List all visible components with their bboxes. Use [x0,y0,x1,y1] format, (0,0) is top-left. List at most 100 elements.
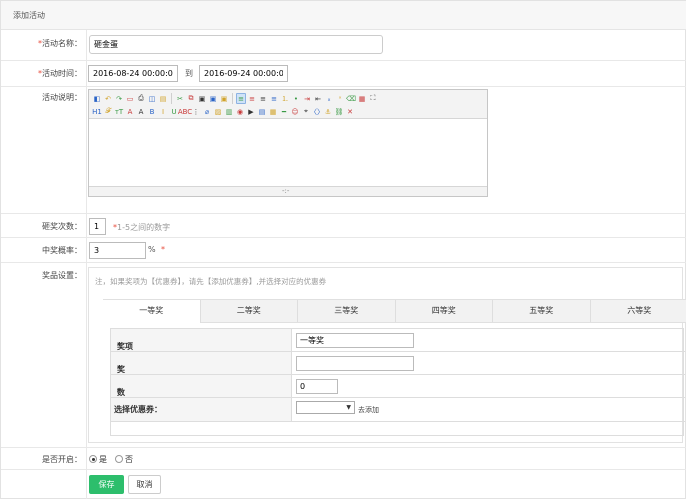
win-rate-input[interactable] [89,242,146,259]
hr-icon[interactable]: ━ [279,106,289,117]
code-icon[interactable]: 〈〉 [310,106,324,117]
font-family-icon[interactable]: 𝓕 [103,106,113,117]
enabled-label: 是否开启： [42,455,82,464]
preview-icon[interactable]: ◫ [147,93,157,104]
prize-quantity-row: *数量： [111,375,685,408]
page-container: 添加活动 *活动名称： *活动时间： 到 活动说明： ◧↶↷▭⎙◫▤✂⧉▣▣▣≡… [0,0,686,499]
new-doc-icon[interactable]: ▭ [125,93,135,104]
media-icon[interactable]: ▶ [246,106,256,117]
cut-icon[interactable]: ✂ [175,93,185,104]
source-icon[interactable]: ◧ [92,93,102,104]
align-left-icon[interactable]: ≡ [236,93,246,104]
select-all-icon[interactable]: ▦ [357,93,367,104]
description-label: 活动说明： [42,93,82,102]
smash-count-hint: *1-5之间的数字 [113,223,171,232]
fullscreen-icon[interactable]: ⛶ [368,93,378,104]
multi-image-icon[interactable]: ▥ [224,106,234,117]
prize-note: 注，如果奖项为【优惠券】，请先【添加优惠券】,并选择对应的优惠券 [95,277,327,286]
enabled-no-label[interactable]: 否 [125,454,133,465]
template-icon[interactable]: ▤ [158,93,168,104]
font-size-icon[interactable]: тT [114,106,124,117]
tab-fourth-prize[interactable]: 四等奖 [396,300,493,322]
prize-settings-label: 奖品设置： [42,271,82,280]
win-rate-required-mark: * [161,245,165,254]
flash-icon[interactable]: ◉ [235,106,245,117]
save-button[interactable]: 保存 [89,475,124,494]
resize-handle-icon[interactable]: -:- [282,187,289,195]
activity-time-label: *活动时间： [38,69,82,78]
time-separator: 到 [185,69,193,78]
align-right-icon[interactable]: ≡ [258,93,268,104]
remove-format-icon[interactable]: ⌀ [202,106,212,117]
superscript-icon[interactable]: ˣ [335,93,345,104]
anchor-icon[interactable]: ⚓ [323,106,333,117]
editor-resize-bar[interactable]: -:- [89,186,487,196]
tab-third-prize[interactable]: 三等奖 [298,300,396,322]
font-color-icon[interactable]: A [125,106,135,117]
paste-text-icon[interactable]: ▣ [208,93,218,104]
prize-item-row: *奖品： [111,352,685,385]
editor-content-area[interactable] [89,119,487,186]
align-justify-icon[interactable]: ≡ [269,93,279,104]
insert-file-icon[interactable]: ▤ [257,106,267,117]
table-icon[interactable]: ▦ [268,106,278,117]
enabled-yes-label[interactable]: 是 [99,454,107,465]
activity-name-input[interactable] [89,35,383,54]
emoticon-icon[interactable]: ☺ [290,106,300,117]
prize-form-table: *奖项名： *奖品： *数量： 选择优惠券： ▼ 去添加 [110,328,685,436]
strikethrough-icon[interactable]: ABC [178,106,192,117]
paste-icon[interactable]: ▣ [197,93,207,104]
rich-text-editor[interactable]: ◧ ↶ ↷ ▭ ⎙ ◫ ▤ ✂ ⧉ ▣ ▣ ▣ ≡ ≡ ≡ ≡ ⒈ • ⇥ ⇤ ₓ ˣ ⌫ ▦ ⛶ H1 𝓕тT A A B I U ABC ⋮… [88,89,488,197]
win-rate-unit: % [148,245,156,254]
row-win-rate: 中奖概率： % * [1,238,686,263]
enabled-no-radio[interactable] [115,455,123,463]
link-icon[interactable]: ⛓ [334,106,344,117]
undo-icon[interactable]: ↶ [103,93,113,104]
end-time-input[interactable] [199,65,288,82]
tab-first-prize[interactable]: 一等奖 [103,300,201,323]
cancel-button[interactable]: 取消 [128,475,161,494]
editor-toolbar-row-1: ◧ ↶ ↷ ▭ ⎙ ◫ ▤ ✂ ⧉ ▣ ▣ ▣ ≡ ≡ ≡ ≡ ⒈ • ⇥ ⇤ ₓ ˣ ⌫ ▦ ⛶ [92,93,378,105]
enabled-yes-radio[interactable] [89,455,97,463]
unordered-list-icon[interactable]: • [291,93,301,104]
toolbar-separator [171,93,172,104]
unlink-icon[interactable]: ✕ [345,106,355,117]
redo-icon[interactable]: ↷ [114,93,124,104]
prize-name-input[interactable] [296,333,414,348]
align-center-icon[interactable]: ≡ [247,93,257,104]
coupon-label-cell: 选择优惠券： [111,398,292,421]
smash-count-input[interactable] [89,218,106,235]
tab-sixth-prize[interactable]: 六等奖 [591,300,686,322]
win-rate-label: 中奖概率： [42,246,82,255]
print-icon[interactable]: ⎙ [136,93,146,104]
coupon-row: 选择优惠券： ▼ 去添加 [111,398,685,422]
coupon-label: 选择优惠券： [114,405,162,414]
outdent-icon[interactable]: ⇤ [313,93,323,104]
ordered-list-icon[interactable]: ⒈ [280,93,290,104]
clear-format-icon[interactable]: ⌫ [346,93,356,104]
prize-quantity-input[interactable] [296,379,338,394]
prize-quantity-label-cell: *数量： [111,375,292,408]
subscript-icon[interactable]: ₓ [324,93,334,104]
editor-toolbar: ◧ ↶ ↷ ▭ ⎙ ◫ ▤ ✂ ⧉ ▣ ▣ ▣ ≡ ≡ ≡ ≡ ⒈ • ⇥ ⇤ ₓ ˣ ⌫ ▦ ⛶ H1 𝓕тT A A B I U ABC ⋮… [89,90,487,119]
indent-icon[interactable]: ⇥ [302,93,312,104]
add-coupon-link[interactable]: 去添加 [358,405,379,415]
editor-toolbar-row-2: H1 𝓕тT A A B I U ABC ⋮ ⌀ ▨ ▥ ◉ ▶ ▤ ▦ ━ ☺ ⌖ 〈〉 ⚓ ⛓ ✕ [92,106,355,118]
bold-icon[interactable]: B [147,106,157,117]
heading-icon[interactable]: H1 [92,106,102,117]
paste-word-icon[interactable]: ▣ [219,93,229,104]
start-time-input[interactable] [88,65,178,82]
coupon-select[interactable]: ▼ [296,401,355,414]
tab-fifth-prize[interactable]: 五等奖 [493,300,591,322]
smash-count-label: 砸奖次数： [42,222,82,231]
line-height-icon[interactable]: ⋮ [191,106,201,117]
prize-name-label-cell: *奖项名： [111,329,292,362]
prize-item-input[interactable] [296,356,414,371]
image-icon[interactable]: ▨ [213,106,223,117]
row-activity-time: *活动时间： 到 [1,61,686,87]
tab-second-prize[interactable]: 二等奖 [201,300,298,322]
italic-icon[interactable]: I [158,106,168,117]
copy-icon[interactable]: ⧉ [186,93,196,104]
highlight-icon[interactable]: A [136,106,146,117]
row-enabled: 是否开启： 是 否 [1,448,686,470]
